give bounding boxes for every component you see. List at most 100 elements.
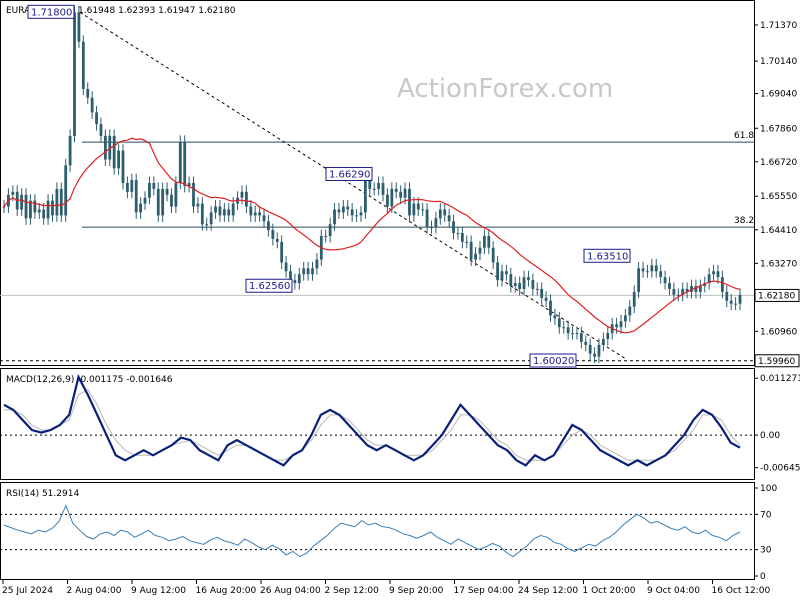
macd-y-tick-label: 0.00 [760,431,780,441]
candle-body [130,180,134,192]
candle-body [438,209,442,219]
candle-body [81,41,85,89]
candle-body [646,271,649,273]
candle-body [386,194,389,207]
candle-body [575,333,579,335]
x-tick-label: 1 Oct 20:00 [583,586,636,596]
rsi-y-tick-label: 100 [760,484,777,494]
candle-body [165,188,169,195]
candle-body [509,274,513,287]
candle-body [597,344,601,357]
candle-body [183,141,187,186]
candle-body [306,268,310,275]
candle-body [134,180,138,213]
candle-body [641,268,645,272]
candle-body [42,209,46,219]
candle-body [148,183,151,198]
candle-body [399,191,403,198]
candle-body [86,88,90,98]
candle-body [178,141,182,183]
candle-body [59,188,63,216]
price-y-tick-label: 1.70140 [760,57,797,67]
x-tick-label: 16 Aug 20:00 [196,586,257,596]
candle-body [231,203,235,216]
candle-body [403,188,407,198]
current-price-label: 1.62180 [758,291,795,301]
price-y-tick-label: 1.63270 [760,259,797,269]
candle-body [522,277,526,289]
candle-body [469,241,473,260]
x-tick-label: 24 Sep 12:00 [518,586,578,596]
candle-body [531,280,535,289]
candle-body [218,206,222,216]
candle-body [244,191,248,207]
candle-body [562,327,566,329]
rsi-y-tick-label: 70 [760,510,772,520]
candle-body [355,215,358,217]
swing-label: 1.60020 [533,356,574,367]
candle-body [196,203,200,207]
candle-body [33,200,37,213]
candle-body [456,233,460,235]
candle-body [712,271,715,275]
candle-body [496,262,500,281]
candle-body [720,277,724,292]
candle-body [346,206,350,210]
candle-body [584,341,588,345]
candle-body [73,12,76,136]
candle-body [95,112,98,125]
candle-body [46,200,50,219]
candle-body [77,12,81,42]
candle-body [421,209,425,211]
candle-body [297,274,301,284]
fib-label: 61.8 [734,131,754,141]
candle-body [738,294,742,304]
x-tick-label: 17 Sep 04:00 [454,586,514,596]
candle-body [394,188,398,192]
swing-label: 1.62560 [249,281,290,292]
fib-label: 38.2 [734,216,754,226]
candle-body [121,150,125,183]
candle-body [513,283,517,287]
candle-body [143,197,147,204]
candle-body [698,286,702,292]
candle-body [615,324,618,328]
candle-body [253,212,257,216]
macd-y-tick-label: -0.006453 [760,464,800,474]
candle-body [553,315,557,319]
candle-body [68,135,72,166]
candle-body [527,277,530,281]
rsi-y-tick-label: 30 [760,546,772,556]
candle-body [20,194,24,210]
candle-body [90,97,94,113]
candle-body [152,183,156,189]
candle-body [579,333,583,342]
candle-body [372,188,376,190]
candle-body [650,265,654,272]
candle-body [271,230,275,239]
candle-body [192,183,195,207]
candle-body [624,315,627,322]
candle-body [311,268,314,275]
candle-body [262,215,266,222]
candle-body [734,303,737,305]
candle-body [434,218,438,228]
candle-body [668,283,671,289]
x-tick-label: 25 Jul 2024 [2,586,53,596]
candle-body [430,227,433,229]
candle-body [619,321,623,328]
price-y-tick-label: 1.64410 [760,226,797,236]
candle-body [412,203,416,216]
swing-label: 1.63510 [587,251,628,262]
candle-body [443,209,447,216]
candle-body [293,280,297,284]
price-y-tick-label: 1.71370 [760,21,797,31]
candle-body [359,212,363,216]
candle-body [487,235,491,248]
candle-body [333,209,336,225]
candle-body [632,291,636,307]
candle-body [341,206,345,213]
candle-body [571,333,574,335]
candle-body [55,188,59,216]
candle-body [258,212,262,216]
